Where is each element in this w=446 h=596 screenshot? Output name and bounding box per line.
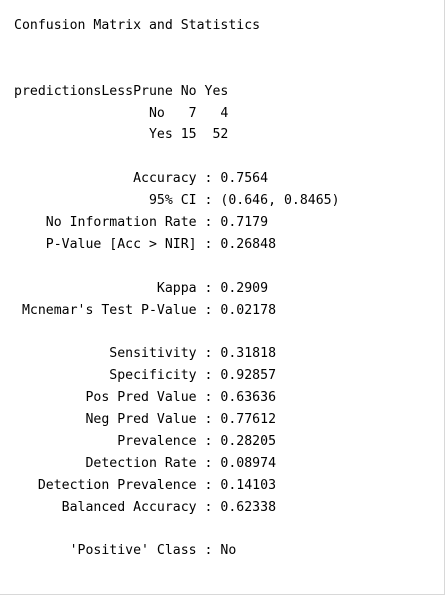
- output-title: Confusion Matrix and Statistics: [14, 18, 261, 33]
- output-blank-line: [14, 256, 340, 278]
- stat-detection-rate: Detection Rate : 0.08974: [14, 455, 277, 471]
- stat-neg-pred-value: Neg Pred Value : 0.77612: [14, 412, 277, 428]
- output-blank-line: [14, 37, 340, 59]
- matrix-row-no: No 7 4: [14, 105, 229, 121]
- console-output-panel: Confusion Matrix and Statistics predictio…: [0, 0, 445, 595]
- stat-accuracy: Accuracy : 0.7564: [14, 171, 269, 187]
- matrix-header-row: predictionsLessPrune No Yes: [14, 83, 229, 99]
- stat-95-ci: 95% CI : (0.646, 0.8465): [14, 193, 340, 209]
- output-blank-line: [14, 518, 340, 540]
- stat-p-value-acc-nir: P-Value [Acc > NIR] : 0.26848: [14, 236, 277, 252]
- stat-sensitivity: Sensitivity : 0.31818: [14, 346, 277, 362]
- stat-pos-pred-value: Pos Pred Value : 0.63636: [14, 390, 277, 406]
- output-blank-line: [14, 146, 340, 168]
- stat-kappa: Kappa : 0.2909: [14, 280, 269, 296]
- stat-balanced-accuracy: Balanced Accuracy : 0.62338: [14, 499, 277, 515]
- stat-mcnemar-p-value: Mcnemar's Test P-Value : 0.02178: [14, 302, 277, 318]
- stat-positive-class: 'Positive' Class : No: [14, 543, 237, 559]
- stat-specificity: Specificity : 0.92857: [14, 368, 277, 384]
- matrix-row-yes: Yes 15 52: [14, 127, 229, 143]
- output-blank-line: [14, 321, 340, 343]
- console-output-text: Confusion Matrix and Statistics predictio…: [14, 15, 340, 562]
- stat-no-information-rate: No Information Rate : 0.7179: [14, 215, 269, 231]
- stat-detection-prevalence: Detection Prevalence : 0.14103: [14, 477, 277, 493]
- stat-prevalence: Prevalence : 0.28205: [14, 433, 277, 449]
- output-blank-line: [14, 59, 340, 81]
